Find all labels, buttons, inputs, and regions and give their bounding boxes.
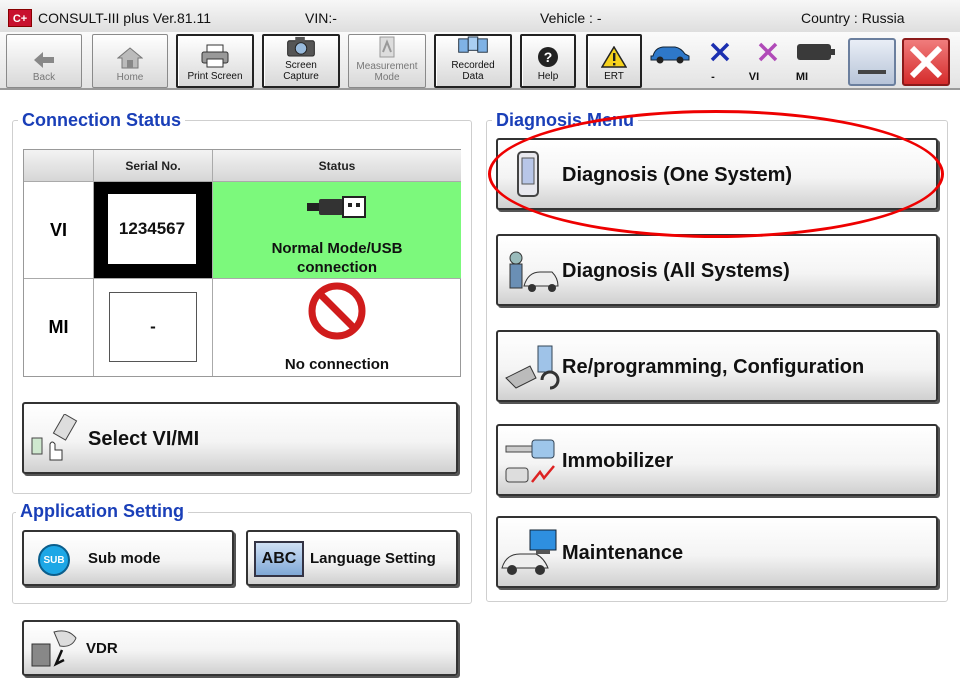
reprogramming-configuration-label: Re/programming, Configuration — [562, 356, 865, 378]
row-label-mi: MI — [24, 279, 94, 376]
vehicle-indicator: - — [648, 36, 715, 86]
sub-icon: SUB — [38, 544, 70, 576]
vi-serial-number: 1234567 — [108, 194, 196, 264]
diagnosis-all-systems-label: Diagnosis (All Systems) — [562, 260, 790, 282]
print-screen-button[interactable]: Print Screen — [176, 34, 254, 88]
vi-serial-cell: 1234567 — [94, 182, 213, 279]
country-label: Country : Russia — [801, 10, 905, 26]
home-label: Home — [116, 72, 144, 83]
language-setting-button[interactable]: ABC Language Setting — [246, 530, 458, 586]
row-label-vi: VI — [24, 182, 94, 279]
mi-serial-cell: - — [94, 279, 213, 376]
battery-indicator — [794, 36, 838, 86]
ert-button[interactable]: ERT — [586, 34, 642, 88]
minimize-icon — [858, 70, 886, 74]
close-icon — [909, 45, 943, 79]
no-connection-icon — [308, 282, 366, 340]
immobilizer-button[interactable]: Immobilizer — [496, 424, 938, 496]
back-button[interactable]: Back — [6, 34, 82, 88]
sub-mode-label: Sub mode — [88, 550, 161, 567]
vi-status-icon — [710, 42, 730, 62]
battery-icon — [797, 44, 835, 60]
connection-status-title: Connection Status — [18, 110, 186, 131]
maintenance-label: Maintenance — [562, 542, 684, 564]
vehicle-label: Vehicle : - — [540, 10, 602, 26]
measurement-mode-button[interactable]: Measurement Mode — [348, 34, 426, 88]
diagnosis-all-systems-button[interactable]: Diagnosis (All Systems) — [496, 234, 938, 306]
recorded-data-label: Recorded Data — [451, 60, 495, 82]
app-title: CONSULT-III plus Ver.81.11 — [38, 10, 212, 26]
reprogramming-configuration-button[interactable]: Re/programming, Configuration — [496, 330, 938, 402]
camera-icon — [287, 36, 315, 57]
screen-capture-label: Screen Capture — [283, 60, 319, 82]
usb-icon — [307, 196, 366, 218]
car-icon — [650, 46, 690, 64]
vi-status-cell: Normal Mode/USB connection — [213, 182, 461, 279]
mi-status-icon — [758, 42, 778, 62]
mi-indicator: MI — [746, 36, 808, 86]
vdr-button[interactable]: VDR — [22, 620, 458, 676]
diagnosis-menu-title: Diagnosis Menu — [492, 110, 639, 131]
title-bar: C+ CONSULT-III plus Ver.81.11 VIN:- Vehi… — [0, 0, 960, 36]
screen-capture-button[interactable]: Screen Capture — [262, 34, 340, 88]
home-icon — [117, 47, 143, 69]
handheld-device-icon — [517, 151, 539, 197]
connection-table: Serial No. Status VI 1234567 Normal Mode… — [23, 149, 461, 377]
immobilizer-label: Immobilizer — [562, 450, 674, 472]
select-vi-mi-icon — [31, 414, 78, 461]
help-button[interactable]: ? Help — [520, 34, 576, 88]
help-label: Help — [537, 71, 559, 82]
app-logo: C+ — [8, 9, 32, 27]
reprogramming-icon — [505, 345, 560, 390]
diagnosis-one-system-button[interactable]: Diagnosis (One System) — [496, 138, 938, 210]
maintenance-button[interactable]: Maintenance — [496, 516, 938, 588]
vi-indicator: VI — [698, 36, 759, 86]
application-setting-title: Application Setting — [16, 501, 188, 522]
sub-mode-button[interactable]: SUB Sub mode — [22, 530, 234, 586]
print-screen-label: Print Screen — [187, 71, 243, 82]
table-header-blank — [24, 150, 94, 182]
mi-status-cell: No connection — [213, 279, 461, 376]
printer-icon — [201, 44, 229, 68]
immobilizer-key-icon — [505, 439, 555, 483]
vin-label: VIN:- — [305, 10, 337, 26]
mi-serial-number: - — [109, 292, 197, 362]
back-arrow-icon — [34, 52, 54, 68]
mi-status-text: No connection — [284, 356, 390, 373]
select-vi-mi-button[interactable]: Select VI/MI — [22, 402, 458, 474]
help-icon: ? — [538, 47, 558, 67]
vdr-icon — [31, 630, 77, 667]
vdr-label: VDR — [86, 640, 118, 657]
column-header-serial: Serial No. — [94, 150, 213, 182]
connection-indicators: - VI MI — [648, 36, 840, 86]
measurement-mode-label: Measurement Mode — [356, 61, 418, 83]
recorded-data-icon — [458, 36, 488, 53]
close-button[interactable] — [902, 38, 950, 86]
recorded-data-button[interactable]: Recorded Data — [434, 34, 512, 88]
diagnosis-one-system-label: Diagnosis (One System) — [562, 164, 793, 186]
select-vi-mi-label: Select VI/MI — [88, 428, 200, 450]
maintenance-icon — [501, 529, 557, 575]
minimize-button[interactable] — [848, 38, 896, 86]
vi-status-text: Normal Mode/USB connection — [271, 240, 403, 276]
back-label: Back — [32, 72, 56, 83]
ert-label: ERT — [604, 71, 624, 82]
language-setting-label: Language Setting — [310, 550, 436, 567]
measurement-icon — [379, 36, 395, 58]
column-header-status: Status — [213, 150, 461, 182]
abc-icon: ABC — [254, 541, 304, 577]
svg-text:?: ? — [544, 49, 553, 65]
warning-icon — [601, 46, 627, 68]
consult-app-window: C+ CONSULT-III plus Ver.81.11 VIN:- Vehi… — [0, 0, 960, 691]
home-button[interactable]: Home — [92, 34, 168, 88]
mechanic-car-icon — [509, 251, 559, 292]
